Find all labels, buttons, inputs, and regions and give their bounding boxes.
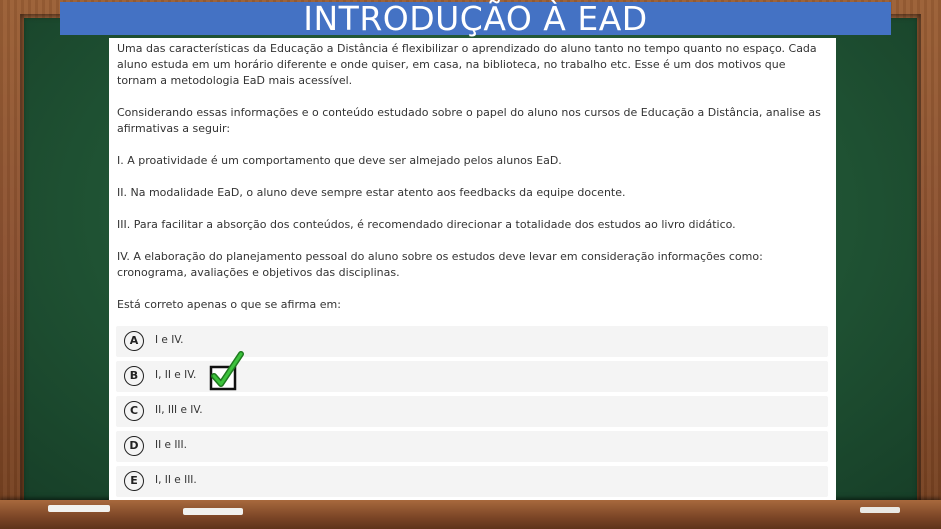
option-label: II e III. — [155, 439, 187, 451]
option-letter: D — [124, 436, 144, 456]
statement-3: III. Para facilitar a absorção dos conte… — [117, 218, 736, 231]
slide-title: INTRODUÇÃO À EAD — [60, 2, 891, 36]
option-letter: B — [124, 366, 144, 386]
option-label: I, II e IV. — [155, 369, 197, 381]
option-letter: E — [124, 471, 144, 491]
option-d[interactable]: D II e III. — [116, 431, 828, 462]
option-letter: A — [124, 331, 144, 351]
statement-2: II. Na modalidade EaD, o aluno deve semp… — [117, 186, 626, 199]
option-e[interactable]: E I, II e III. — [116, 466, 828, 497]
chalk-piece — [860, 507, 900, 513]
chalk-piece — [48, 505, 110, 512]
question-prompt: Está correto apenas o que se afirma em: — [117, 298, 341, 311]
option-label: II, III e IV. — [155, 404, 203, 416]
option-label: I e IV. — [155, 334, 184, 346]
chalk-piece — [183, 508, 243, 515]
statement-4: IV. A elaboração do planejamento pessoal… — [117, 250, 763, 279]
option-letter: C — [124, 401, 144, 421]
option-c[interactable]: C II, III e IV. — [116, 396, 828, 427]
statement-1: I. A proatividade é um comportamento que… — [117, 154, 562, 167]
chalk-tray — [0, 500, 941, 529]
checkmark-icon — [209, 351, 244, 391]
question-panel: Uma das características da Educação a Di… — [109, 38, 836, 500]
question-context: Considerando essas informações e o conte… — [117, 106, 821, 135]
option-label: I, II e III. — [155, 474, 197, 486]
question-intro: Uma das características da Educação a Di… — [117, 42, 817, 87]
